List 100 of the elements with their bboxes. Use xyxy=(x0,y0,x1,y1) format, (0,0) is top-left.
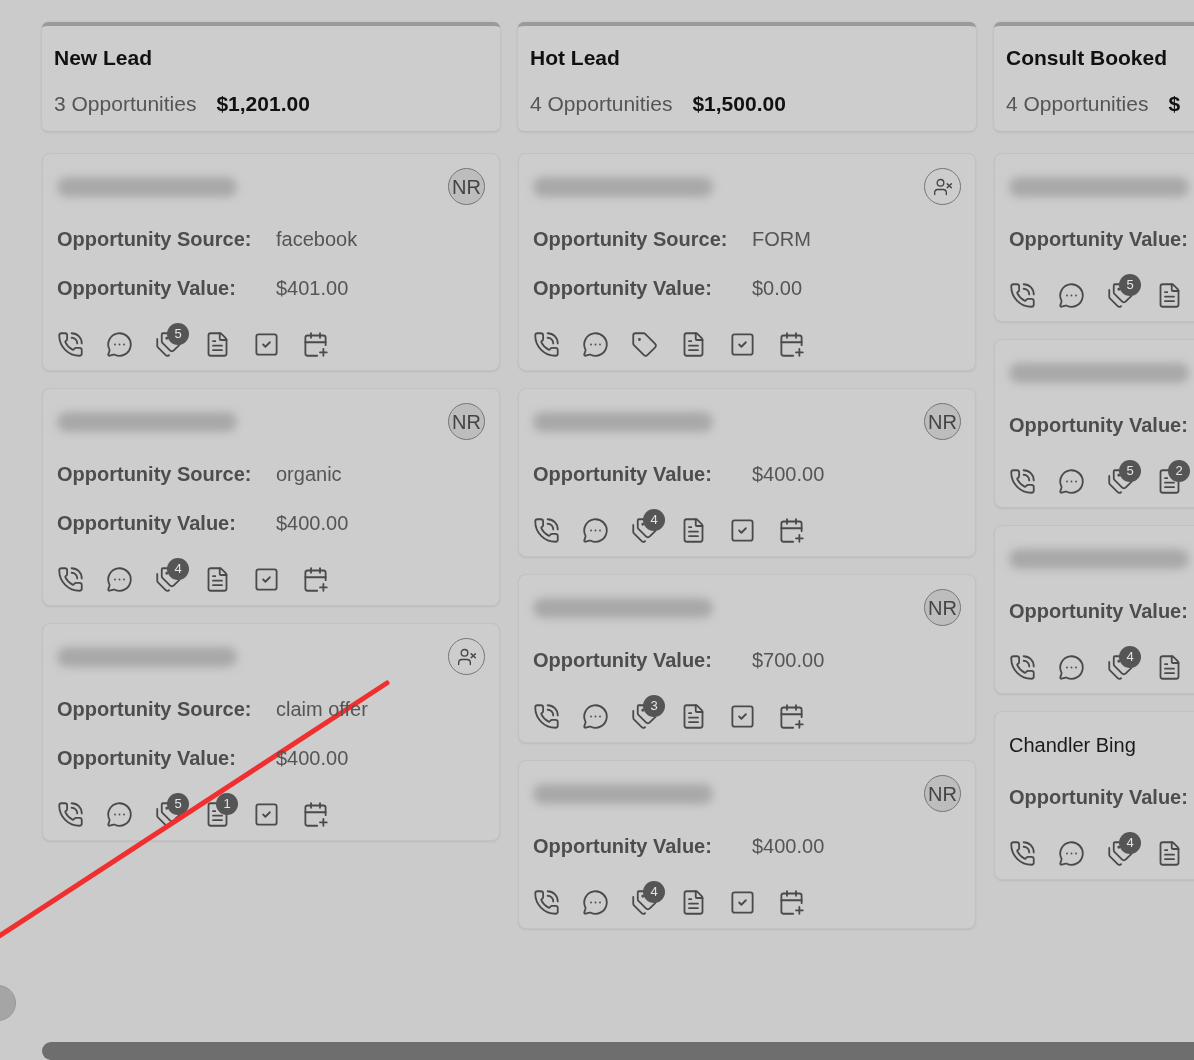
field-value: $400.00 xyxy=(276,746,349,771)
chat-icon[interactable] xyxy=(582,889,609,916)
chat-icon[interactable] xyxy=(106,566,133,593)
tags-icon[interactable] xyxy=(155,331,182,358)
user-x-icon xyxy=(932,176,953,197)
avatar[interactable]: NR xyxy=(924,403,961,440)
calendar-add-icon[interactable] xyxy=(778,517,805,544)
tags-icon[interactable] xyxy=(1107,840,1134,867)
opportunity-card[interactable]: Opportunity Source: FORM Opportunity Value: $0.00 xyxy=(518,153,976,371)
calendar-add-icon[interactable] xyxy=(778,889,805,916)
phone-icon[interactable] xyxy=(533,331,560,358)
field-label: Opportunity Value: xyxy=(533,648,713,673)
calendar-add-icon[interactable] xyxy=(778,331,805,358)
field-label: Opportunity Source: xyxy=(57,462,253,487)
chat-icon[interactable] xyxy=(106,331,133,358)
calendar-add-icon[interactable] xyxy=(302,331,329,358)
scrollbar-thumb[interactable] xyxy=(42,1042,1194,1060)
opportunity-card[interactable]: Opportunity Value: 5 2 xyxy=(994,339,1194,508)
field-value: FORM xyxy=(752,227,811,252)
field-label: Opportunity Value: xyxy=(1009,599,1189,624)
avatar[interactable]: NR xyxy=(924,775,961,812)
field-value: facebook xyxy=(276,227,358,252)
task-icon[interactable] xyxy=(729,889,756,916)
chat-icon[interactable] xyxy=(1058,840,1085,867)
task-icon[interactable] xyxy=(253,566,280,593)
phone-icon[interactable] xyxy=(57,331,84,358)
tags-icon[interactable] xyxy=(1107,468,1134,495)
count-badge: 4 xyxy=(167,558,189,580)
opportunity-card[interactable]: NR Opportunity Source: organic Opportunity Value: $400.00 4 xyxy=(42,388,500,606)
calendar-add-icon[interactable] xyxy=(302,801,329,828)
phone-icon[interactable] xyxy=(1009,840,1036,867)
opportunity-card[interactable]: Opportunity Value: 5 xyxy=(994,153,1194,322)
field-label: Opportunity Value: xyxy=(57,746,237,771)
avatar[interactable]: NR xyxy=(448,168,485,205)
field-label: Opportunity Value: xyxy=(1009,785,1189,810)
chat-icon[interactable] xyxy=(582,331,609,358)
tags-icon[interactable] xyxy=(631,517,658,544)
chat-icon[interactable] xyxy=(1058,282,1085,309)
tags-icon[interactable] xyxy=(1107,654,1134,681)
stage-total: $1,201.00 xyxy=(216,90,310,117)
user-x-icon xyxy=(456,646,477,667)
field-label: Opportunity Value: xyxy=(1009,227,1189,252)
field-label: Opportunity Source: xyxy=(57,227,253,252)
field-value: $0.00 xyxy=(752,276,803,301)
task-icon[interactable] xyxy=(729,331,756,358)
opportunity-card[interactable]: Chandler Bing Opportunity Value: 4 xyxy=(994,711,1194,880)
stage-title: Hot Lead xyxy=(530,45,621,71)
phone-icon[interactable] xyxy=(1009,282,1036,309)
phone-icon[interactable] xyxy=(533,889,560,916)
avatar[interactable]: NR xyxy=(924,589,961,626)
count-badge: 5 xyxy=(167,323,189,345)
phone-icon[interactable] xyxy=(1009,468,1036,495)
chat-icon[interactable] xyxy=(106,801,133,828)
tags-icon[interactable] xyxy=(155,566,182,593)
chat-icon[interactable] xyxy=(582,703,609,730)
count-badge: 3 xyxy=(643,695,665,717)
field-value: $700.00 xyxy=(752,648,825,673)
tags-icon[interactable] xyxy=(631,889,658,916)
calendar-add-icon[interactable] xyxy=(778,703,805,730)
opportunity-card[interactable]: NR Opportunity Value: $700.00 3 xyxy=(518,574,976,743)
field-label: Opportunity Value: xyxy=(533,834,713,859)
opportunity-card[interactable]: NR Opportunity Source: facebook Opportunity Value: $401.00 5 xyxy=(42,153,500,371)
tags-icon[interactable] xyxy=(631,703,658,730)
contact-name[interactable]: Chandler Bing xyxy=(1009,729,1136,760)
field-label: Opportunity Value: xyxy=(533,276,713,301)
chat-icon[interactable] xyxy=(582,517,609,544)
count-badge: 5 xyxy=(1119,460,1141,482)
stage-total: $ xyxy=(1168,90,1181,117)
field-label: Opportunity Value: xyxy=(533,462,713,487)
chat-icon[interactable] xyxy=(1058,468,1085,495)
tag-icon[interactable] xyxy=(631,331,658,358)
phone-icon[interactable] xyxy=(533,703,560,730)
opportunity-card[interactable]: Opportunity Value: 4 xyxy=(994,525,1194,694)
calendar-add-icon[interactable] xyxy=(302,566,329,593)
field-value: $401.00 xyxy=(276,276,349,301)
phone-icon[interactable] xyxy=(57,566,84,593)
count-badge: 4 xyxy=(643,509,665,531)
tags-icon[interactable] xyxy=(1107,282,1134,309)
field-label: Opportunity Source: xyxy=(533,227,729,252)
tags-icon[interactable] xyxy=(155,801,182,828)
task-icon[interactable] xyxy=(729,703,756,730)
phone-icon[interactable] xyxy=(533,517,560,544)
field-label: Opportunity Value: xyxy=(57,276,237,301)
avatar[interactable]: NR xyxy=(448,403,485,440)
count-badge: 5 xyxy=(167,793,189,815)
opportunity-count: 3 Opportunities xyxy=(54,90,197,117)
count-badge: 4 xyxy=(1119,832,1141,854)
opportunity-count: 4 Opportunities xyxy=(1006,90,1149,117)
opportunity-card[interactable]: NR Opportunity Value: $400.00 4 xyxy=(518,760,976,929)
chat-icon[interactable] xyxy=(1058,654,1085,681)
opportunity-card[interactable]: NR Opportunity Value: $400.00 4 xyxy=(518,388,976,557)
task-icon[interactable] xyxy=(729,517,756,544)
field-value: $400.00 xyxy=(752,462,825,487)
phone-icon[interactable] xyxy=(1009,654,1036,681)
field-label: Opportunity Value: xyxy=(1009,413,1189,438)
field-label: Opportunity Value: xyxy=(57,511,237,536)
task-icon[interactable] xyxy=(253,331,280,358)
phone-icon[interactable] xyxy=(57,801,84,828)
stage-total: $1,500.00 xyxy=(692,90,786,117)
task-icon[interactable] xyxy=(253,801,280,828)
